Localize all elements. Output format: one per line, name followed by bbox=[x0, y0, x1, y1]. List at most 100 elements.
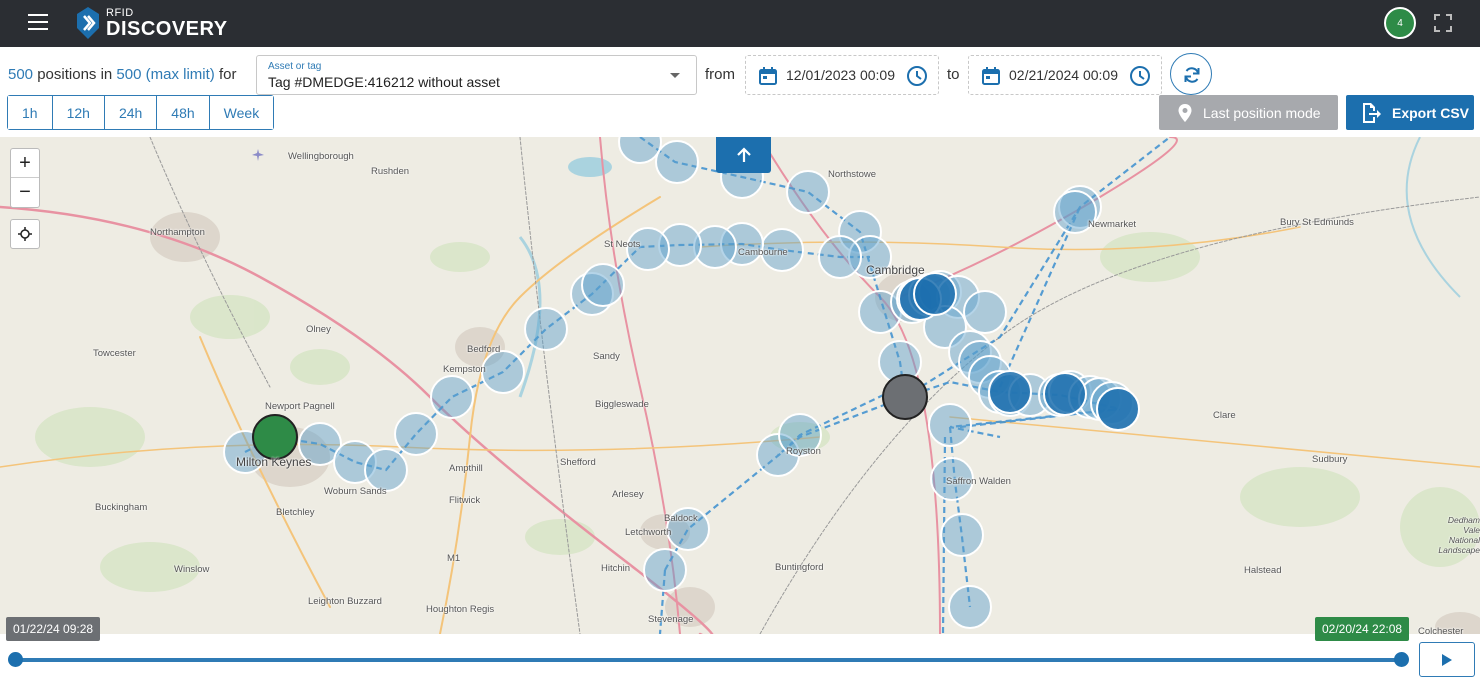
position-marker[interactable] bbox=[913, 272, 957, 316]
positions-text: positions in bbox=[37, 66, 113, 83]
position-marker[interactable] bbox=[786, 170, 830, 214]
place-label: Saffron Walden bbox=[946, 476, 1011, 487]
place-label: Cambridge bbox=[866, 263, 925, 277]
map-view[interactable]: Wellingborough Rushden Northampton Olney Tow… bbox=[0, 137, 1480, 634]
location-pin-icon bbox=[1178, 103, 1192, 122]
place-label: Stevenage bbox=[648, 614, 694, 625]
place-label: Ampthill bbox=[449, 463, 483, 474]
place-label: Kempston bbox=[443, 364, 486, 375]
position-marker[interactable] bbox=[818, 235, 862, 279]
locate-button[interactable] bbox=[10, 219, 40, 249]
from-label: from bbox=[705, 66, 735, 83]
position-marker[interactable] bbox=[618, 137, 662, 164]
position-marker[interactable] bbox=[963, 290, 1007, 334]
place-label: Olney bbox=[306, 324, 331, 335]
timeline-start-handle[interactable] bbox=[8, 652, 23, 667]
from-date-field[interactable]: 12/01/2023 00:09 bbox=[745, 55, 939, 95]
file-export-icon bbox=[1363, 102, 1381, 123]
place-label: Rushden bbox=[371, 166, 410, 177]
clock-icon[interactable] bbox=[906, 65, 928, 87]
calendar-icon[interactable] bbox=[981, 66, 1001, 86]
place-label: Flitwick bbox=[449, 495, 481, 506]
place-label: Towcester bbox=[93, 348, 136, 359]
place-label: Milton Keynes bbox=[236, 455, 312, 469]
position-marker[interactable] bbox=[655, 140, 699, 184]
position-marker[interactable] bbox=[988, 370, 1032, 414]
to-label: to bbox=[947, 66, 960, 83]
last-position-mode-button[interactable]: Last position mode bbox=[1159, 95, 1338, 130]
top-bar: RFID DISCOVERY 4 bbox=[0, 0, 1480, 47]
place-label: Leighton Buzzard bbox=[308, 596, 382, 607]
notification-badge[interactable]: 4 bbox=[1384, 7, 1416, 39]
logo-mark-icon bbox=[77, 7, 99, 39]
position-marker[interactable] bbox=[364, 448, 408, 492]
timeline-start-label: 01/22/24 09:28 bbox=[6, 617, 101, 641]
current-position-marker[interactable] bbox=[882, 374, 928, 420]
position-marker[interactable] bbox=[430, 375, 474, 419]
last-position-mode-label: Last position mode bbox=[1203, 104, 1321, 121]
timeline-end-label: 02/20/24 22:08 bbox=[1315, 617, 1410, 641]
position-marker[interactable] bbox=[524, 307, 568, 351]
place-label: Biggleswade bbox=[595, 399, 649, 410]
position-marker[interactable] bbox=[928, 403, 972, 447]
asset-select[interactable]: Asset or tag Tag #DMEDGE:416212 without … bbox=[256, 55, 697, 95]
position-marker[interactable] bbox=[1096, 387, 1140, 431]
to-date-field[interactable]: 02/21/2024 00:09 bbox=[968, 55, 1162, 95]
collapse-up-button[interactable] bbox=[716, 137, 771, 173]
play-button[interactable] bbox=[1419, 642, 1475, 677]
place-label: Bedford bbox=[467, 344, 501, 355]
clock-icon[interactable] bbox=[1129, 65, 1151, 87]
place-label: Bletchley bbox=[276, 507, 315, 518]
filter-toolbar: 500 positions in 500 (max limit) for Ass… bbox=[0, 47, 1480, 137]
zoom-out-button[interactable]: − bbox=[11, 178, 39, 207]
app-logo: RFID DISCOVERY bbox=[76, 4, 228, 42]
calendar-icon[interactable] bbox=[758, 66, 778, 86]
position-marker[interactable] bbox=[940, 513, 984, 557]
time-range-group: 1h 12h 24h 48h Week bbox=[7, 95, 275, 130]
zoom-control: + − bbox=[10, 148, 40, 208]
place-label: Clare bbox=[1213, 410, 1236, 421]
positions-count: 500 bbox=[8, 66, 34, 83]
refresh-icon bbox=[1184, 67, 1200, 83]
position-marker[interactable] bbox=[643, 548, 687, 592]
place-label: Winslow bbox=[174, 564, 210, 575]
place-label: M1 bbox=[447, 553, 461, 564]
place-label: Sandy bbox=[593, 351, 620, 362]
start-position-marker[interactable] bbox=[252, 414, 298, 460]
place-label: Arlesey bbox=[612, 489, 644, 500]
position-marker[interactable] bbox=[581, 263, 625, 307]
position-marker[interactable] bbox=[1043, 372, 1087, 416]
place-label: Newport Pagnell bbox=[265, 401, 335, 412]
logo-big-text: DISCOVERY bbox=[106, 17, 228, 40]
range-week-button[interactable]: Week bbox=[209, 96, 274, 129]
to-date-value: 02/21/2024 00:09 bbox=[1009, 67, 1118, 83]
range-1h-button[interactable]: 1h bbox=[8, 96, 53, 129]
range-12h-button[interactable]: 12h bbox=[52, 96, 105, 129]
export-csv-button[interactable]: Export CSV bbox=[1346, 95, 1474, 130]
place-label: Bury St Edmunds bbox=[1280, 217, 1354, 228]
zoom-in-button[interactable]: + bbox=[11, 149, 39, 178]
fullscreen-icon[interactable] bbox=[1434, 14, 1452, 32]
position-marker[interactable] bbox=[394, 412, 438, 456]
chevron-down-icon bbox=[670, 73, 680, 78]
place-label: Sudbury bbox=[1312, 454, 1348, 465]
logo-small-text: RFID bbox=[106, 6, 134, 19]
place-label: Newmarket bbox=[1088, 219, 1137, 230]
crosshair-icon bbox=[18, 227, 32, 241]
range-48h-button[interactable]: 48h bbox=[157, 96, 210, 129]
place-label: Shefford bbox=[560, 457, 596, 468]
position-markers-layer bbox=[223, 137, 1140, 629]
position-marker[interactable] bbox=[948, 585, 992, 629]
position-marker[interactable] bbox=[481, 350, 525, 394]
menu-icon[interactable] bbox=[28, 14, 48, 32]
range-24h-button[interactable]: 24h bbox=[104, 96, 158, 129]
place-label: Dedham Vale National Landscape bbox=[1438, 515, 1480, 555]
timeline-end-handle[interactable] bbox=[1394, 652, 1409, 667]
place-label: Northstowe bbox=[828, 169, 877, 180]
refresh-button[interactable] bbox=[1170, 53, 1212, 95]
place-label: Woburn Sands bbox=[324, 486, 387, 497]
timeline-track[interactable] bbox=[15, 658, 1401, 662]
arrow-up-icon bbox=[736, 147, 751, 162]
airport-icon bbox=[252, 149, 264, 161]
place-label: St Neots bbox=[604, 239, 641, 250]
